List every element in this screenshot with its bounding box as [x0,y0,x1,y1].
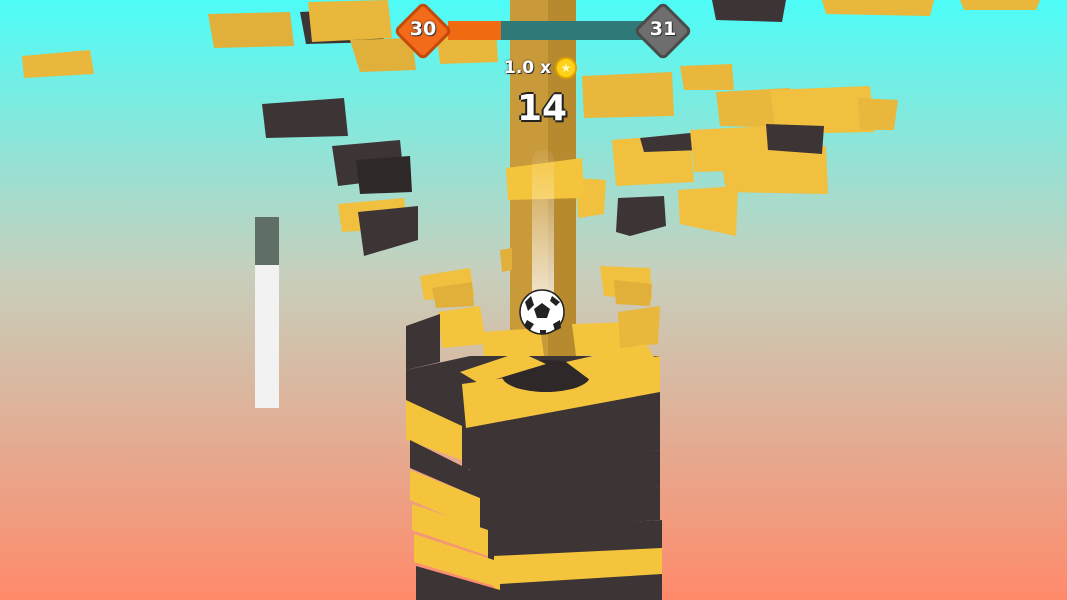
ball-trail [532,150,554,300]
star-coin-icon: ★ [555,57,577,79]
current-level-number: 30 [409,18,437,40]
level-progress-track [448,21,644,40]
next-level-number: 31 [649,18,677,40]
soccer-ball [519,289,565,335]
multiplier-label: 1.0 x [504,58,551,78]
fever-meter [255,217,279,408]
level-progress-fill [448,21,501,40]
score-multiplier: 1.0 x ★ [500,56,590,82]
fever-meter-fill [255,217,279,265]
score-counter: 14 [516,88,568,129]
level-progress-bar: 30 31 [393,0,693,62]
